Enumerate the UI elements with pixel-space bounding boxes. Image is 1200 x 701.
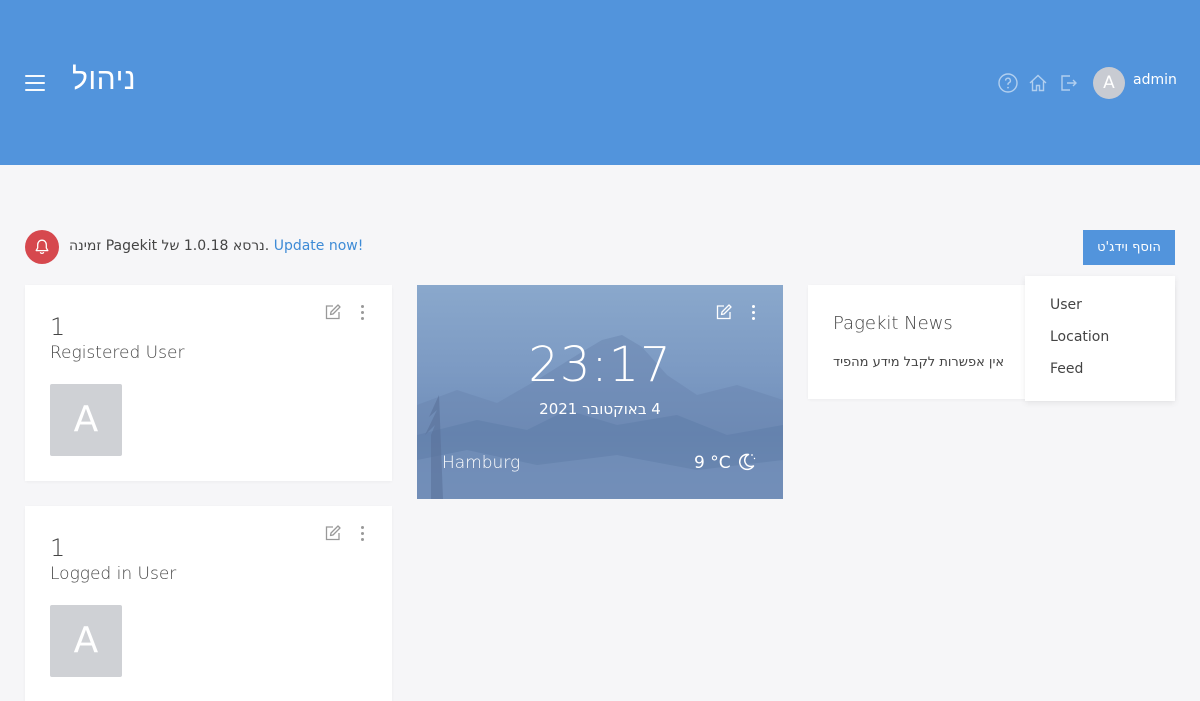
user-name[interactable]: admin [1133, 72, 1177, 88]
more-options-icon[interactable] [360, 524, 366, 542]
dropdown-item-user[interactable]: User [1025, 296, 1175, 328]
user-count: 1 [50, 313, 66, 341]
menu-icon[interactable] [25, 75, 45, 91]
widget-actions [324, 303, 374, 321]
user-count: 1 [50, 534, 66, 562]
add-widget-button[interactable]: הוסף וידג'ט [1083, 230, 1175, 265]
more-options-icon[interactable] [751, 303, 757, 321]
registered-users-widget: 1 Registered User A [25, 285, 392, 481]
bell-icon [25, 230, 59, 264]
help-icon[interactable] [997, 72, 1019, 94]
logged-in-users-widget: 1 Logged in User A [25, 506, 392, 701]
page-title: ניהול [72, 62, 137, 97]
update-now-link[interactable]: Update now! [274, 238, 364, 254]
moon-icon [735, 451, 757, 473]
widget-actions [324, 524, 374, 542]
location-widget: 23:17 4 באוקטובר 2021 Hamburg 9 °C [417, 285, 783, 499]
notice-message: זמינה Pagekit נרסא 1.0.18 של. [69, 238, 270, 254]
user-count-label: Registered User [50, 343, 185, 363]
location-city: Hamburg [442, 453, 521, 473]
news-title: Pagekit News [833, 313, 953, 334]
edit-icon[interactable] [715, 303, 733, 321]
edit-icon[interactable] [324, 303, 342, 321]
home-icon[interactable] [1027, 72, 1049, 94]
edit-icon[interactable] [324, 524, 342, 542]
news-error-message: אין אפשרות לקבל מידע מהפיד [833, 355, 1005, 370]
clock-date: 4 באוקטובר 2021 [539, 400, 661, 418]
user-count-label: Logged in User [50, 564, 177, 584]
add-widget-dropdown: User Location Feed [1025, 276, 1175, 401]
logout-icon[interactable] [1058, 72, 1080, 94]
dropdown-item-feed[interactable]: Feed [1025, 360, 1175, 392]
widget-actions [715, 303, 765, 321]
dropdown-item-location[interactable]: Location [1025, 328, 1175, 360]
avatar[interactable]: A [50, 605, 122, 677]
avatar[interactable]: A [50, 384, 122, 456]
top-header: ניהול A admin [0, 0, 1200, 165]
more-options-icon[interactable] [360, 303, 366, 321]
temperature: 9 °C [694, 453, 731, 473]
notice-text: זמינה Pagekit נרסא 1.0.18 של. Update now… [69, 238, 363, 254]
user-avatar[interactable]: A [1093, 67, 1125, 99]
clock-time: 23:17 [528, 337, 672, 393]
